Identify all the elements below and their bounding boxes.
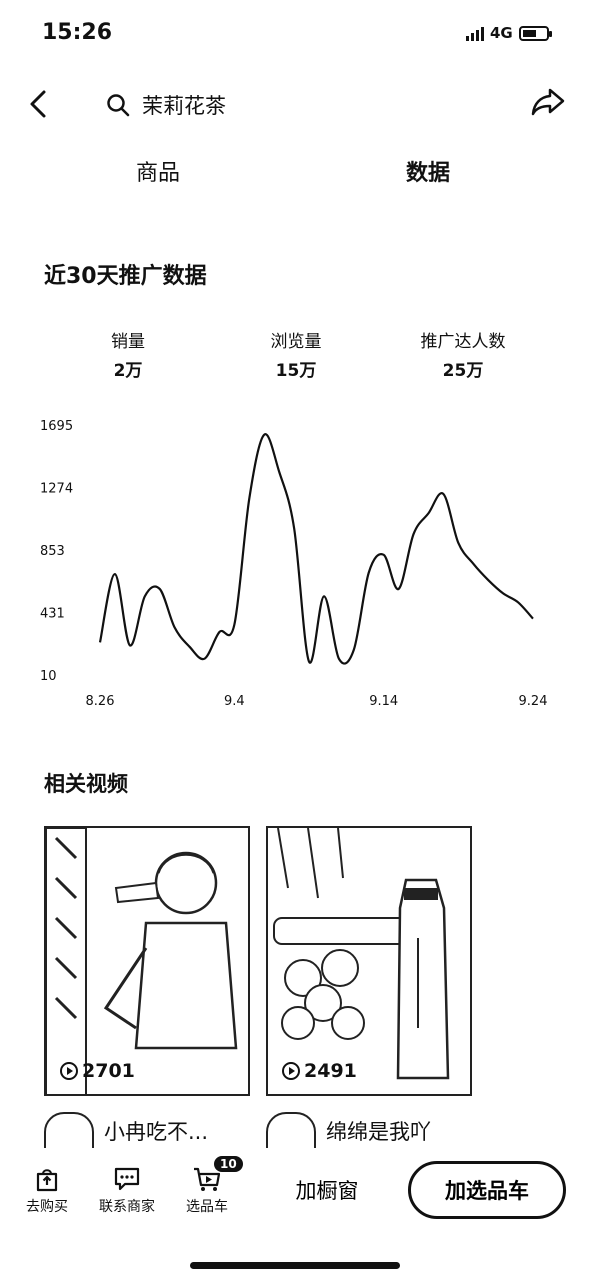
tab-data[interactable]: 数据 <box>406 155 450 187</box>
y-tick-label: 1274 <box>40 481 73 496</box>
selection-cart-button[interactable]: 10 选品车 <box>174 1156 243 1216</box>
video-card[interactable]: 2491 <box>266 826 472 1096</box>
y-tick-label: 431 <box>40 607 65 622</box>
metric-value: 15万 <box>275 361 317 381</box>
search-icon <box>107 94 130 117</box>
home-indicator <box>190 1262 400 1269</box>
status-indicators: 4G <box>466 24 552 42</box>
search-query: 茉莉花茶 <box>142 94 226 118</box>
network-type: 4G <box>490 24 513 42</box>
trend-line-chart: 10 431 853 1274 1695 8.26 9.4 9.14 9.24 <box>40 419 548 709</box>
search-bar[interactable]: 茉莉花茶 <box>106 90 226 120</box>
cart-badge: 10 <box>214 1156 243 1172</box>
signal-icon <box>466 25 484 41</box>
add-to-selection-cart-button[interactable]: 加选品车 <box>408 1161 566 1219</box>
metric-label: 销量 <box>111 332 145 352</box>
play-icon <box>60 1062 78 1080</box>
buy-button[interactable]: 去购买 <box>14 1166 80 1216</box>
avatar <box>44 1112 94 1150</box>
status-time: 15:26 <box>42 20 113 45</box>
metric-promoters: 推广达人数 25万 <box>393 327 533 381</box>
contact-label: 联系商家 <box>99 1199 155 1215</box>
x-tick-label: 9.4 <box>224 694 245 709</box>
video-thumbnail <box>46 828 238 1094</box>
chat-icon <box>114 1167 140 1191</box>
back-arrow-icon[interactable] <box>24 88 56 120</box>
author-name: 小冉吃不... <box>104 1120 209 1144</box>
metric-value: 25万 <box>442 361 484 381</box>
video-card[interactable]: 2701 <box>44 826 250 1096</box>
video-author[interactable]: 绵绵是我吖 <box>266 1112 431 1150</box>
x-tick-label: 8.26 <box>86 694 115 709</box>
cart-label: 选品车 <box>186 1199 228 1215</box>
shopping-bag-icon <box>36 1169 58 1192</box>
x-tick-label: 9.14 <box>369 694 398 709</box>
metric-views: 浏览量 15万 <box>226 327 366 381</box>
share-icon[interactable] <box>530 86 566 118</box>
y-tick-label: 853 <box>40 544 65 559</box>
avatar <box>266 1112 316 1150</box>
video-author[interactable]: 小冉吃不... <box>44 1112 208 1150</box>
metric-value: 2万 <box>113 361 143 381</box>
add-to-window-button[interactable]: 加橱窗 <box>270 1162 384 1218</box>
section-title: 近30天推广数据 <box>44 264 207 289</box>
play-count-value: 2701 <box>82 1060 135 1082</box>
author-name: 绵绵是我吖 <box>326 1120 431 1144</box>
play-count: 2491 <box>282 1060 357 1082</box>
buy-label: 去购买 <box>26 1199 68 1215</box>
play-count: 2701 <box>60 1060 135 1082</box>
play-count-value: 2491 <box>304 1060 357 1082</box>
battery-icon <box>518 25 552 41</box>
video-thumbnail <box>273 828 450 1080</box>
metric-label: 推广达人数 <box>420 332 506 352</box>
play-icon <box>282 1062 300 1080</box>
series-line <box>98 433 534 665</box>
contact-seller-button[interactable]: 联系商家 <box>94 1166 160 1216</box>
metric-label: 浏览量 <box>270 332 322 352</box>
x-tick-label: 9.24 <box>519 694 548 709</box>
videos-title: 相关视频 <box>44 772 128 796</box>
metric-sales: 销量 2万 <box>58 327 198 381</box>
tab-goods[interactable]: 商品 <box>136 155 180 187</box>
y-tick-label: 1695 <box>40 419 73 434</box>
y-tick-label: 10 <box>40 669 57 684</box>
